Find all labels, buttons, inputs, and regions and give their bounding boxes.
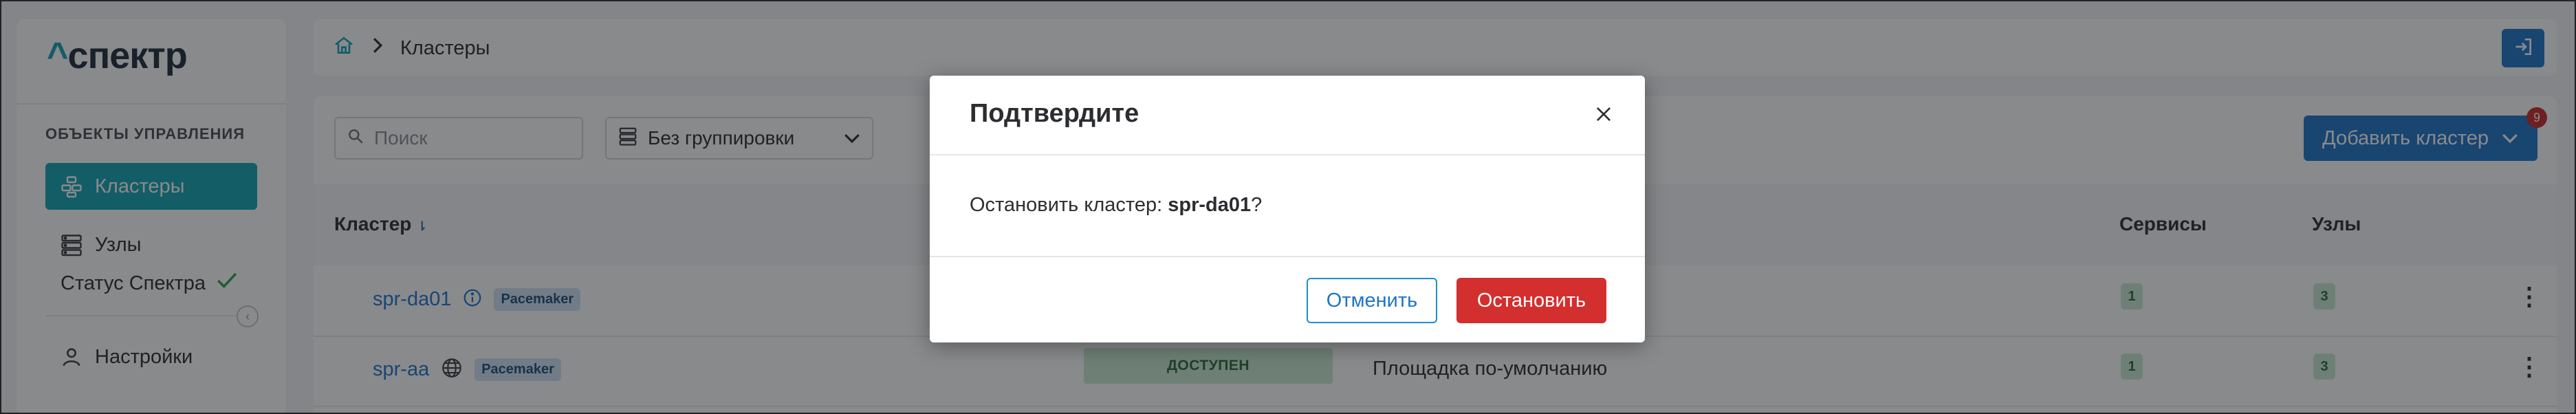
cancel-button[interactable]: Отменить [1307,278,1437,323]
confirm-dialog: Подтвердите Остановить кластер: spr-da01… [930,76,1645,342]
close-button[interactable] [1590,102,1617,129]
dialog-divider [930,154,1645,155]
dialog-cluster-name: spr-da01 [1168,194,1252,216]
dialog-message: Остановить кластер: spr-da01? [970,194,1263,216]
dialog-divider [930,256,1645,257]
close-icon [1595,105,1613,127]
stop-button[interactable]: Остановить [1456,278,1606,323]
dialog-title: Подтвердите [970,99,1139,128]
